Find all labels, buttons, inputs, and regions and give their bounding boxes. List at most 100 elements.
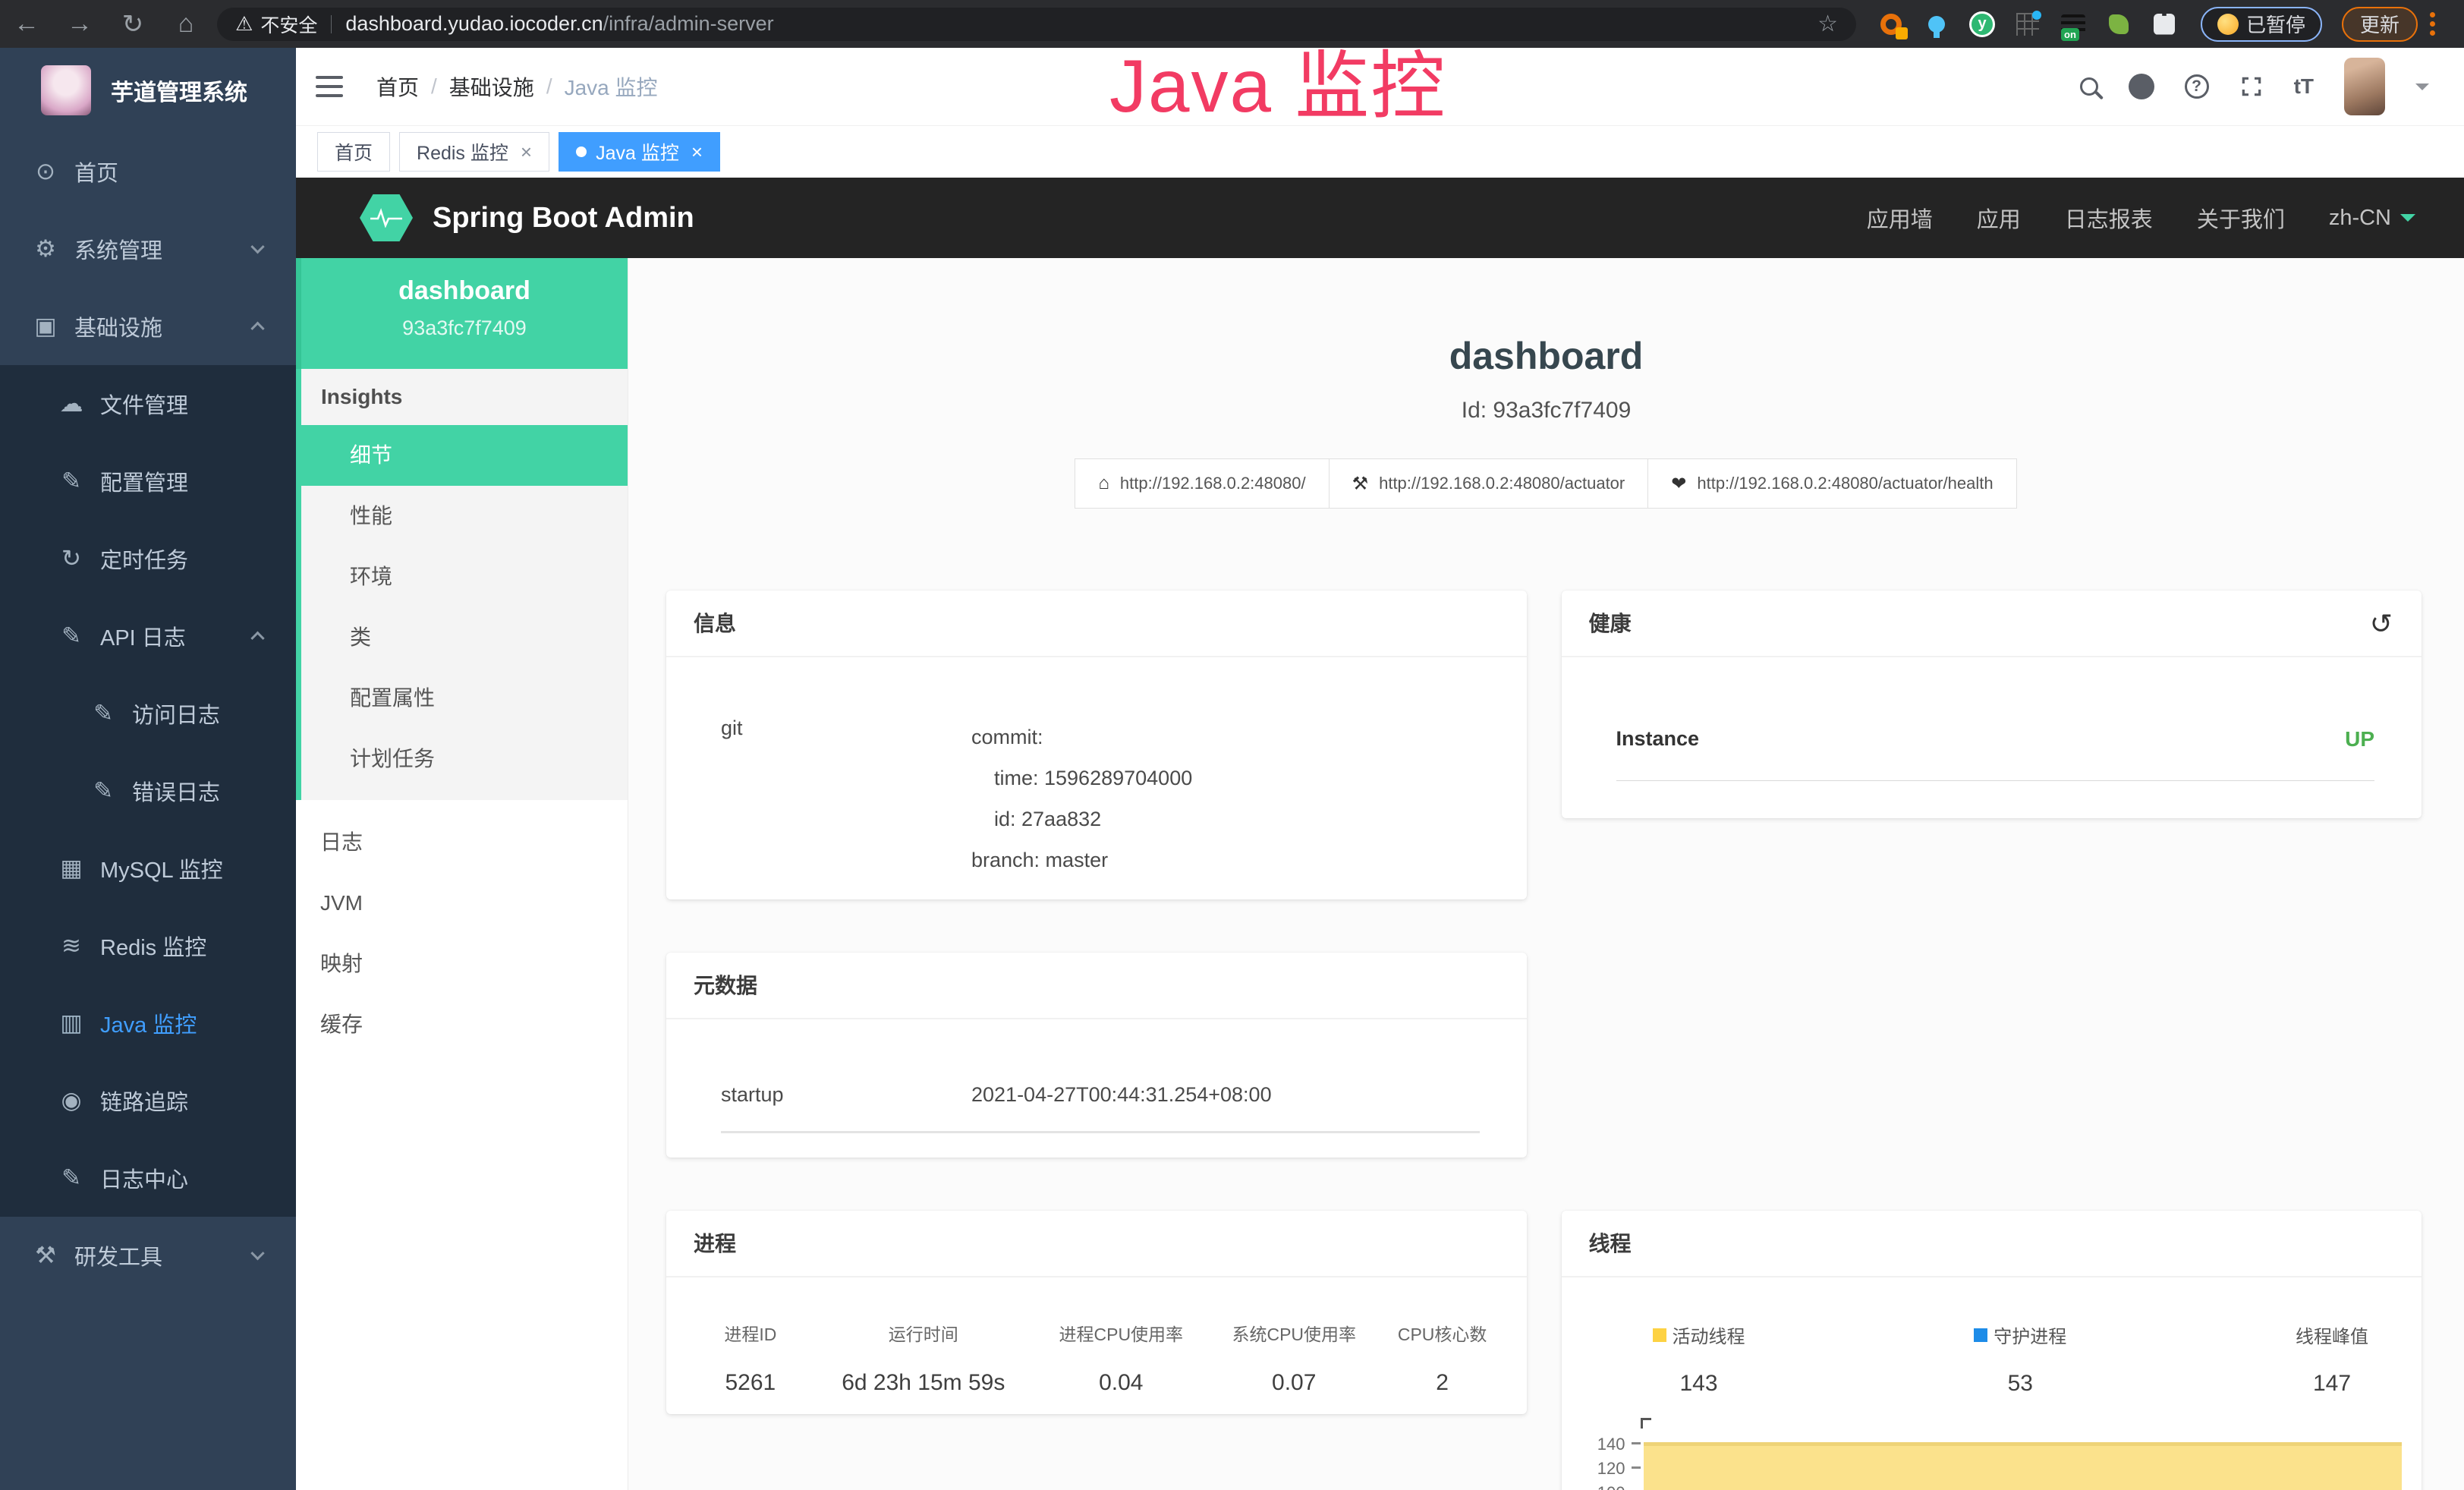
y-tick: 120 xyxy=(1580,1459,1625,1479)
sidebar-item-file-mgmt[interactable]: ☁ 文件管理 xyxy=(0,365,296,443)
close-icon[interactable]: × xyxy=(691,140,703,164)
browser-menu-icon[interactable] xyxy=(2430,12,2435,36)
sba-menu-group: 日志 JVM 映射 缓存 xyxy=(296,812,628,1055)
sidebar-item-home[interactable]: ⊙ 首页 xyxy=(0,133,296,210)
sba-menu-logs[interactable]: 日志 xyxy=(296,812,628,873)
infrastructure-submenu: ☁ 文件管理 ✎ 配置管理 ↻ 定时任务 ✎ API 日志 ✎ 访问日志 ✎ xyxy=(0,365,296,1217)
security-warning-icon[interactable]: ⚠ xyxy=(235,12,253,36)
annotation-text: Java 监控 xyxy=(1109,26,1446,134)
instance-id-line: Id: 93a3fc7f7409 xyxy=(628,398,2464,424)
close-icon[interactable]: × xyxy=(521,140,532,164)
sba-menu-caches[interactable]: 缓存 xyxy=(296,994,628,1055)
extension-y-icon[interactable]: y xyxy=(1968,11,1996,38)
process-col-system-cpu: 系统CPU使用率 0.07 xyxy=(1212,1320,1377,1396)
sidebar-item-access-logs[interactable]: ✎ 访问日志 xyxy=(0,675,296,752)
sba-instance-id: 93a3fc7f7409 xyxy=(301,317,628,340)
sba-nav-applications[interactable]: 应用 xyxy=(1977,202,2021,234)
sba-body: dashboard 93a3fc7f7409 Insights 细节 性能 环境… xyxy=(296,258,2464,1490)
forward-icon[interactable]: → xyxy=(53,9,106,39)
status-badge: UP xyxy=(2345,727,2374,751)
extension-switch-icon[interactable]: on xyxy=(2060,11,2087,38)
sba-nav-wallboard[interactable]: 应用墙 xyxy=(1867,202,1933,234)
extension-orange-icon[interactable] xyxy=(1877,11,1905,38)
sidebar-item-mysql-monitor[interactable]: ▦ MySQL 监控 xyxy=(0,830,296,907)
browser-update-button[interactable]: 更新 xyxy=(2342,7,2418,42)
sba-menu-details[interactable]: 细节 xyxy=(301,425,628,486)
back-icon[interactable]: ← xyxy=(0,9,53,39)
extension-pin-icon[interactable] xyxy=(1923,11,1950,38)
sidebar-item-infrastructure[interactable]: ▣ 基础设施 xyxy=(0,288,296,365)
address-bar[interactable]: ⚠ 不安全 dashboard.yudao.iocoder.cn /infra/… xyxy=(217,8,1856,41)
info-key: git xyxy=(721,717,971,880)
chevron-down-icon xyxy=(250,1246,264,1260)
sba-menu-environment[interactable]: 环境 xyxy=(301,547,628,607)
tab-java-monitor[interactable]: Java 监控 × xyxy=(559,132,720,172)
breadcrumb-section[interactable]: 基础设施 xyxy=(449,71,534,102)
cards-grid: 信息 git commit: time: 1596289704000 id: 2… xyxy=(666,591,2422,1490)
caret-down-icon[interactable] xyxy=(2415,83,2429,97)
sidebar-item-error-logs[interactable]: ✎ 错误日志 xyxy=(0,752,296,830)
edit-icon: ✎ xyxy=(55,468,88,495)
fullscreen-icon[interactable] xyxy=(2239,74,2264,99)
sidebar-item-redis-monitor[interactable]: ≋ Redis 监控 xyxy=(0,907,296,984)
chevron-up-icon xyxy=(250,632,264,645)
legend-daemon-threads: 守护进程 53 xyxy=(1974,1321,2066,1397)
breadcrumb-separator: / xyxy=(431,74,437,99)
app-logo-row[interactable]: 芋道管理系统 xyxy=(0,48,296,133)
extension-puzzle-icon[interactable] xyxy=(2151,11,2178,38)
reload-icon[interactable]: ↻ xyxy=(106,9,159,39)
sidebar-item-api-logs[interactable]: ✎ API 日志 xyxy=(0,597,296,675)
bookmark-star-icon[interactable]: ☆ xyxy=(1817,11,1838,37)
security-label: 不安全 xyxy=(260,11,317,38)
health-instance-row[interactable]: Instance UP xyxy=(1616,657,2375,781)
sidebar-item-scheduled-tasks[interactable]: ↻ 定时任务 xyxy=(0,520,296,597)
sba-menu-jvm[interactable]: JVM xyxy=(296,873,628,934)
sba-nav-journal[interactable]: 日志报表 xyxy=(2065,202,2153,234)
font-size-icon[interactable]: tT xyxy=(2294,74,2314,99)
hamburger-icon[interactable] xyxy=(316,76,343,97)
dev-tools-icon: ⚒ xyxy=(29,1242,62,1269)
tab-home[interactable]: 首页 xyxy=(317,132,390,172)
process-col-process-cpu: 进程CPU使用率 0.04 xyxy=(1031,1320,1212,1396)
sidebar-item-trace[interactable]: ◉ 链路追踪 xyxy=(0,1062,296,1139)
sba-nav-about[interactable]: 关于我们 xyxy=(2197,202,2285,234)
sba-brand-title[interactable]: Spring Boot Admin xyxy=(433,202,694,235)
extension-grid-icon[interactable] xyxy=(2014,11,2041,38)
management-url-link[interactable]: ⚒ http://192.168.0.2:48080/actuator xyxy=(1329,458,1649,509)
avatar[interactable] xyxy=(2344,58,2385,115)
sba-main: dashboard Id: 93a3fc7f7409 ⌂ http://192.… xyxy=(628,258,2464,1490)
app-logo xyxy=(41,65,91,115)
sidebar-item-system-mgmt[interactable]: ⚙ 系统管理 xyxy=(0,210,296,288)
sba-menu-performance[interactable]: 性能 xyxy=(301,486,628,547)
service-url-link[interactable]: ⌂ http://192.168.0.2:48080/ xyxy=(1075,458,1329,509)
health-card-header: 健康 ↺ xyxy=(1562,591,2422,657)
chevron-down-icon xyxy=(2400,214,2415,229)
sidebar-item-log-center[interactable]: ✎ 日志中心 xyxy=(0,1139,296,1217)
sidebar-item-dev-tools[interactable]: ⚒ 研发工具 xyxy=(0,1217,296,1294)
health-url-link[interactable]: ❤ http://192.168.0.2:48080/actuator/heal… xyxy=(1647,458,2016,509)
home-icon[interactable]: ⌂ xyxy=(159,9,212,39)
sba-locale-select[interactable]: zh-CN xyxy=(2329,206,2415,231)
access-log-icon: ✎ xyxy=(87,700,120,727)
help-icon[interactable]: ? xyxy=(2185,74,2209,99)
sba-menu-classes[interactable]: 类 xyxy=(301,607,628,668)
metadata-card: 元数据 startup 2021-04-27T00:44:31.254+08:0… xyxy=(666,953,1527,1158)
profile-emoji-icon xyxy=(2217,14,2239,35)
profile-paused-badge[interactable]: 已暂停 xyxy=(2201,7,2322,42)
sidebar-item-java-monitor[interactable]: ▥ Java 监控 xyxy=(0,984,296,1062)
search-icon[interactable] xyxy=(2080,77,2098,96)
sba-menu-config-props[interactable]: 配置属性 xyxy=(301,668,628,729)
api-log-icon: ✎ xyxy=(55,622,88,650)
process-card-title: 进程 xyxy=(666,1211,1527,1277)
sba-instance-header[interactable]: dashboard 93a3fc7f7409 xyxy=(296,258,628,369)
sidebar-item-config-mgmt[interactable]: ✎ 配置管理 xyxy=(0,443,296,520)
sba-menu-scheduled-tasks[interactable]: 计划任务 xyxy=(301,729,628,789)
sba-menu-mappings[interactable]: 映射 xyxy=(296,934,628,994)
error-log-icon: ✎ xyxy=(87,777,120,805)
extension-leaf-icon[interactable] xyxy=(2105,11,2132,38)
github-icon[interactable] xyxy=(2129,74,2154,99)
sba-instance-name: dashboard xyxy=(301,276,628,306)
history-icon[interactable]: ↺ xyxy=(2370,591,2393,657)
tab-redis-monitor[interactable]: Redis 监控 × xyxy=(399,132,549,172)
breadcrumb-home[interactable]: 首页 xyxy=(376,71,419,102)
